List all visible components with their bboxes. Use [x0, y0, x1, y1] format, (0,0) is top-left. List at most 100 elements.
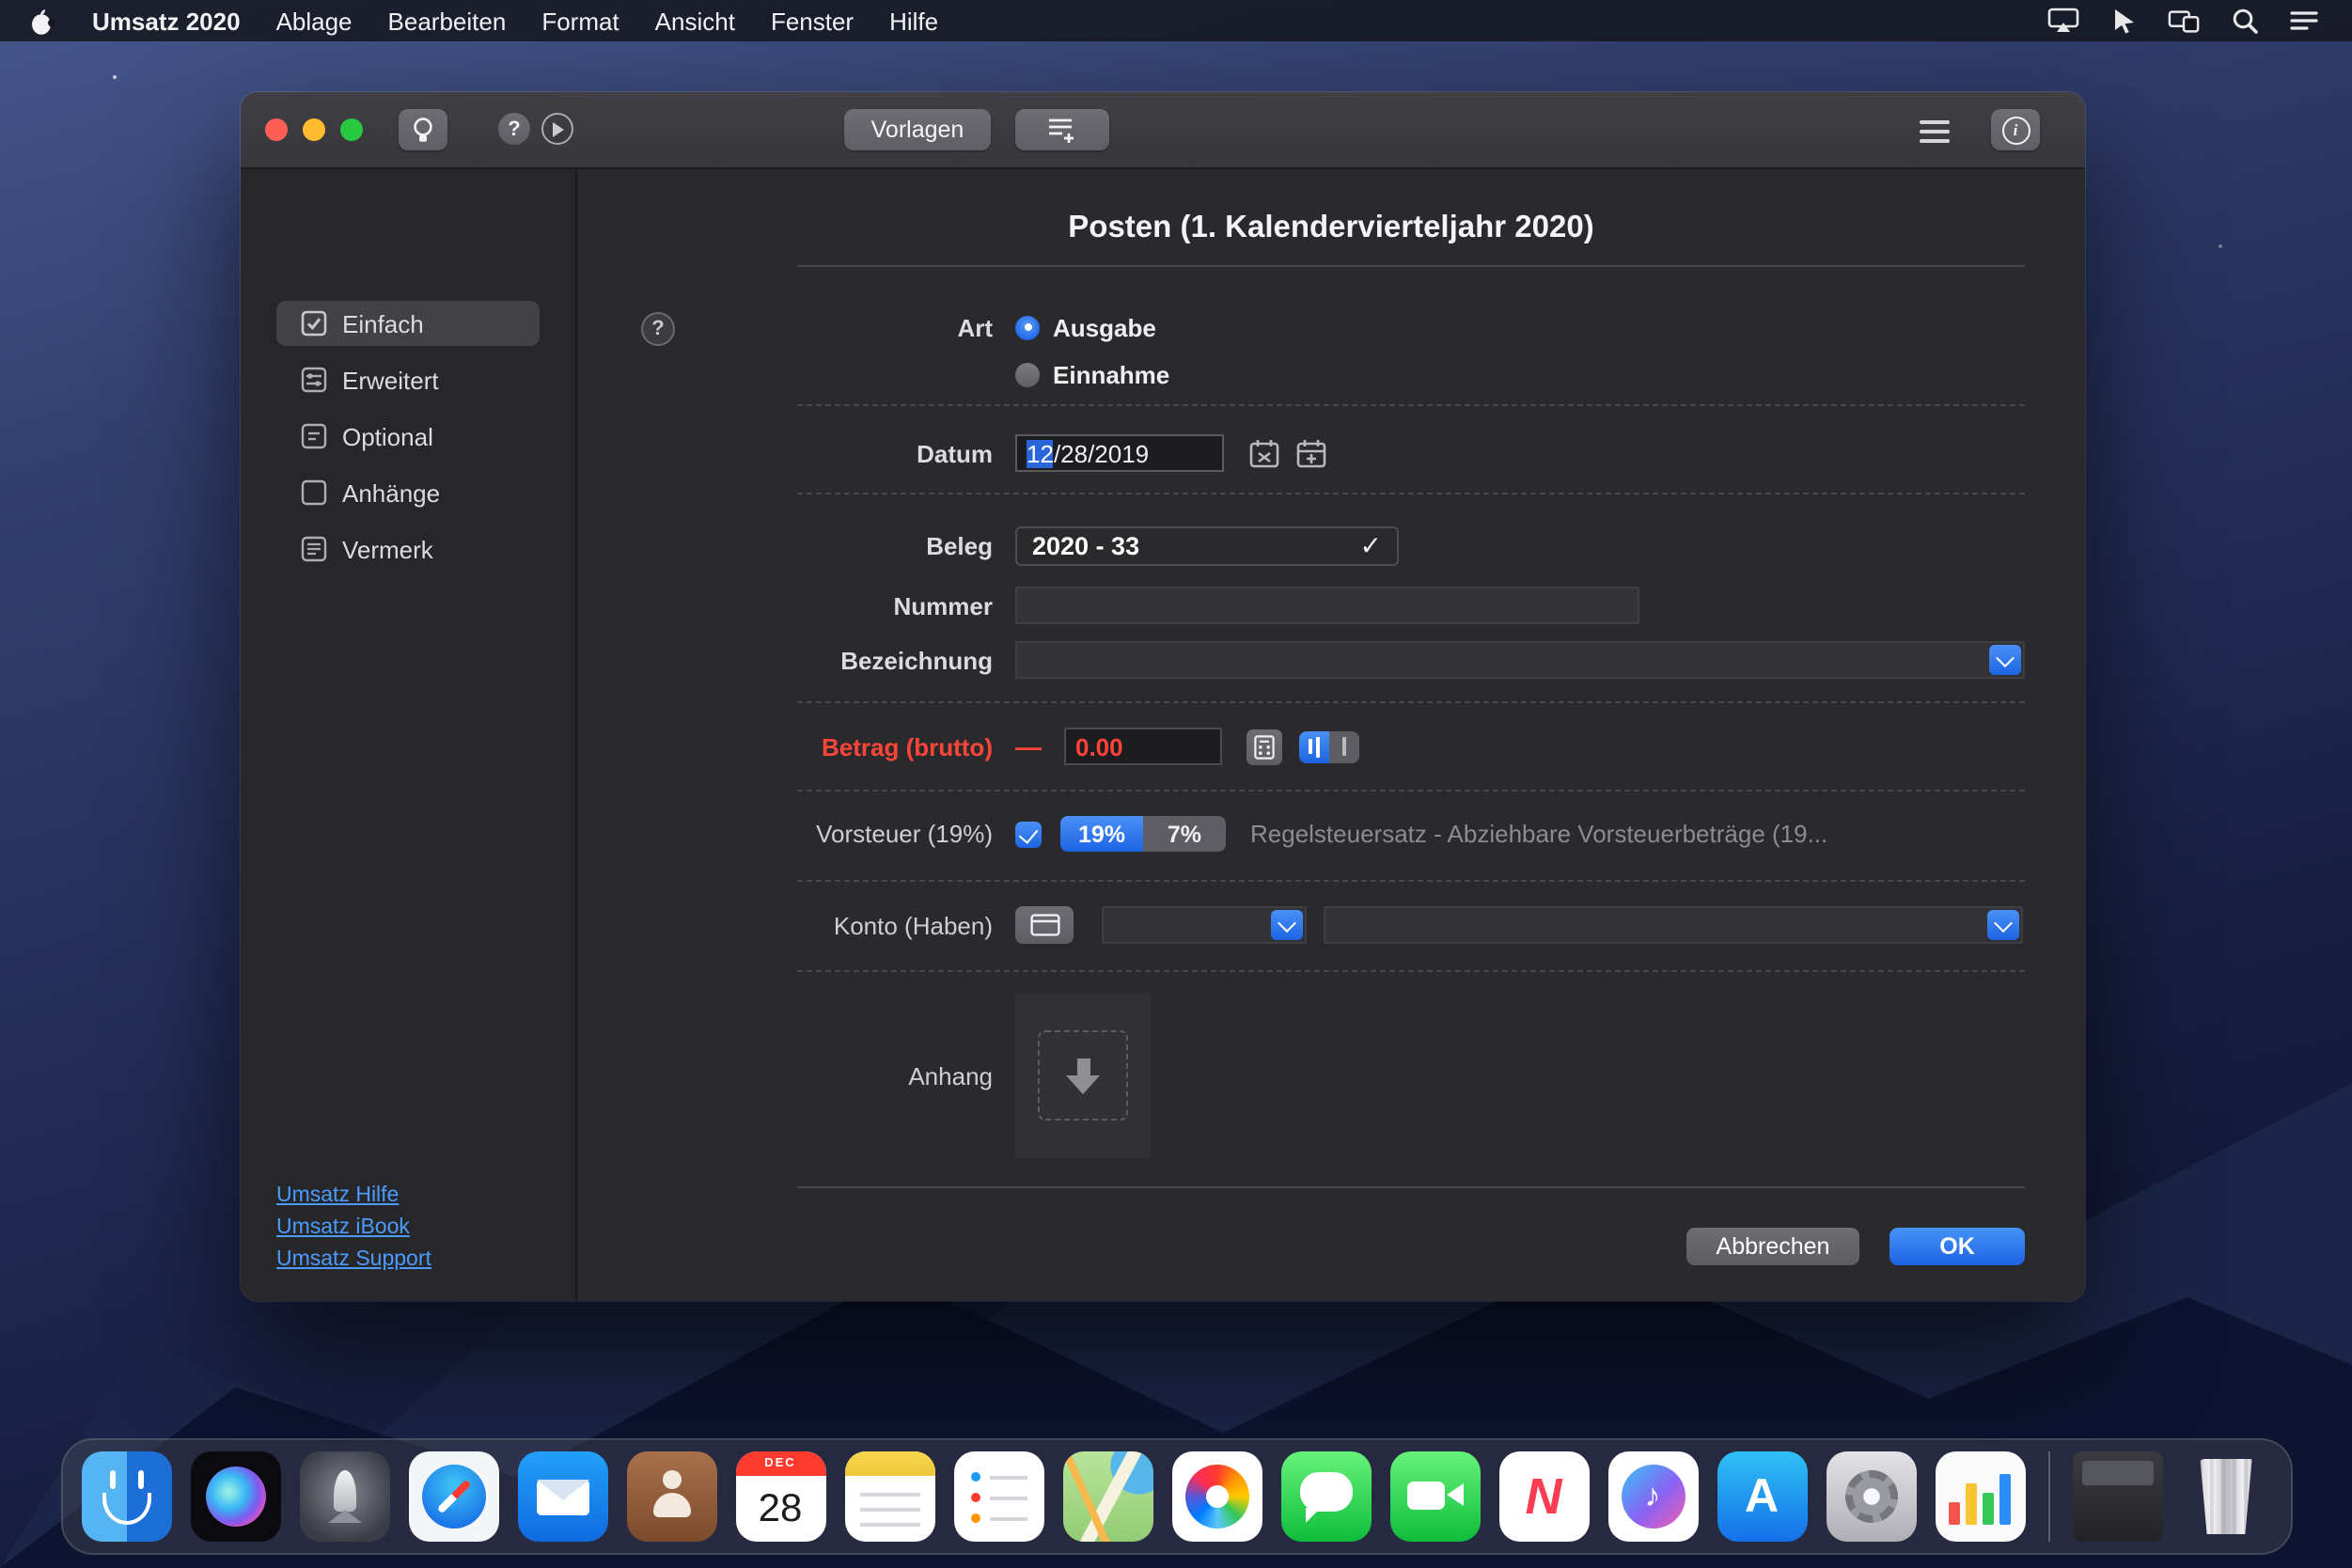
- notification-center-icon[interactable]: [2288, 6, 2320, 36]
- betrag-sign: —: [1015, 731, 1042, 761]
- apple-menu-icon[interactable]: [24, 6, 56, 36]
- menu-item-ablage[interactable]: Ablage: [276, 7, 353, 35]
- segment-19-percent[interactable]: 19%: [1060, 816, 1143, 852]
- sidebar-list-icon[interactable]: [1920, 120, 1950, 143]
- sidebar-item-erweitert[interactable]: Erweitert: [276, 357, 540, 402]
- datum-field[interactable]: 12/28/2019: [1015, 434, 1224, 472]
- info-icon: i: [2001, 116, 2030, 144]
- window-titlebar[interactable]: ? Vorlagen i: [241, 92, 2085, 169]
- dock-divider: [2047, 1451, 2049, 1542]
- menu-item-bearbeiten[interactable]: Bearbeiten: [388, 7, 507, 35]
- dock-contacts[interactable]: [626, 1451, 716, 1542]
- dock-music[interactable]: ♪: [1607, 1451, 1698, 1542]
- dock-app-store[interactable]: A: [1717, 1451, 1807, 1542]
- dock-minimized-window[interactable]: [2072, 1451, 2162, 1542]
- templates-button[interactable]: Vorlagen: [844, 109, 991, 150]
- sidebar-item-anhaenge[interactable]: Anhänge: [276, 470, 540, 515]
- displays-icon[interactable]: [2168, 6, 2200, 36]
- dock-photos[interactable]: [1171, 1451, 1262, 1542]
- segment-bar-icon[interactable]: [1329, 730, 1359, 762]
- dock-messages[interactable]: [1280, 1451, 1371, 1542]
- form-help-button[interactable]: ?: [641, 312, 675, 346]
- spotlight-search-icon[interactable]: [2228, 6, 2260, 36]
- chevron-down-icon[interactable]: [1271, 910, 1303, 940]
- calendar-clear-icon: [1248, 438, 1280, 468]
- dock-mail[interactable]: [517, 1451, 607, 1542]
- row-buttons: Abbrechen OK: [797, 1228, 2025, 1265]
- minimize-button[interactable]: [303, 118, 325, 141]
- checkbox-checked-icon: [301, 310, 327, 337]
- airplay-icon[interactable]: [2047, 6, 2079, 36]
- bezeichnung-combo[interactable]: [1015, 641, 2025, 679]
- close-button[interactable]: [265, 118, 288, 141]
- pointer-icon[interactable]: [2108, 6, 2140, 36]
- zoom-button[interactable]: [340, 118, 363, 141]
- empty-square-icon: [301, 479, 327, 506]
- konto-combo-small[interactable]: [1102, 906, 1307, 944]
- radio-option-ausgabe[interactable]: Ausgabe: [1015, 308, 1169, 346]
- checkmark-icon: ✓: [1360, 530, 1382, 562]
- sidebar-item-einfach[interactable]: Einfach: [276, 301, 540, 346]
- chevron-down-icon[interactable]: [1987, 910, 2019, 940]
- menu-app-name[interactable]: Umsatz 2020: [92, 7, 241, 35]
- dock-launchpad[interactable]: [299, 1451, 389, 1542]
- info-button[interactable]: i: [1991, 109, 2040, 150]
- link-umsatz-support[interactable]: Umsatz Support: [276, 1248, 431, 1271]
- menu-item-hilfe[interactable]: Hilfe: [889, 7, 938, 35]
- dock-news[interactable]: N: [1498, 1451, 1589, 1542]
- separator: [797, 493, 2025, 494]
- dock-maps[interactable]: [1062, 1451, 1152, 1542]
- ok-button[interactable]: OK: [1889, 1228, 2025, 1265]
- row-konto: Konto (Haben): [797, 906, 2025, 944]
- dock-notes[interactable]: [844, 1451, 934, 1542]
- menu-item-ansicht[interactable]: Ansicht: [655, 7, 735, 35]
- menu-item-format[interactable]: Format: [541, 7, 619, 35]
- betrag-field[interactable]: 0.00: [1064, 728, 1222, 765]
- calendar-clear-button[interactable]: [1248, 438, 1280, 468]
- dock-calendar[interactable]: DEC 28: [735, 1451, 825, 1542]
- toolbar-help-button[interactable]: ?: [498, 113, 530, 145]
- dock-system-preferences[interactable]: [1826, 1451, 1916, 1542]
- play-button[interactable]: [541, 113, 573, 145]
- row-bezeichnung: Bezeichnung: [797, 641, 2025, 679]
- cancel-button[interactable]: Abbrechen: [1686, 1228, 1859, 1265]
- tips-button[interactable]: [399, 109, 447, 150]
- lightbulb-icon: [412, 116, 434, 144]
- calculator-button[interactable]: [1247, 729, 1282, 764]
- calendar-picker-button[interactable]: [1295, 438, 1327, 468]
- separator: [797, 790, 2025, 792]
- dock-charts-app[interactable]: [1935, 1451, 2025, 1542]
- segment-7-percent[interactable]: 7%: [1143, 816, 1226, 852]
- news-glyph: N: [1526, 1467, 1562, 1526]
- dock-siri[interactable]: [190, 1451, 280, 1542]
- desktop: Umsatz 2020 Ablage Bearbeiten Format Ans…: [0, 0, 2352, 1568]
- vorsteuer-description: Regelsteuersatz - Abziehbare Vorsteuerbe…: [1250, 820, 1827, 848]
- sidebar-item-optional[interactable]: Optional: [276, 414, 540, 459]
- sidebar-item-vermerk[interactable]: Vermerk: [276, 526, 540, 572]
- vorsteuer-checkbox[interactable]: [1015, 821, 1042, 847]
- amount-display-segmented[interactable]: [1299, 730, 1359, 762]
- accounts-button[interactable]: [1015, 906, 1074, 944]
- beleg-value: 2020 - 33: [1032, 532, 1139, 560]
- radio-selected-icon: [1015, 315, 1040, 339]
- beleg-value-box[interactable]: 2020 - 33 ✓: [1015, 526, 1399, 566]
- chevron-down-icon[interactable]: [1989, 645, 2021, 675]
- menu-item-fenster[interactable]: Fenster: [771, 7, 854, 35]
- nummer-field[interactable]: [1015, 587, 1639, 624]
- link-umsatz-ibook[interactable]: Umsatz iBook: [276, 1216, 431, 1239]
- konto-combo-large[interactable]: [1324, 906, 2023, 944]
- dock-safari[interactable]: [408, 1451, 498, 1542]
- separator: [797, 1186, 2025, 1188]
- separator: [797, 404, 2025, 406]
- attachment-dropzone[interactable]: [1015, 993, 1151, 1158]
- dock-facetime[interactable]: [1389, 1451, 1480, 1542]
- link-umsatz-hilfe[interactable]: Umsatz Hilfe: [276, 1184, 431, 1207]
- add-template-button[interactable]: [1015, 109, 1109, 150]
- dock-trash[interactable]: [2181, 1451, 2271, 1542]
- row-datum: Datum 12/28/2019: [797, 434, 2025, 472]
- radio-option-einnahme[interactable]: Einnahme: [1015, 355, 1169, 393]
- dock-reminders[interactable]: [953, 1451, 1043, 1542]
- calendar-picker-icon: [1295, 438, 1327, 468]
- segment-bars-selected-icon[interactable]: [1299, 730, 1329, 762]
- dock-finder[interactable]: [81, 1451, 171, 1542]
